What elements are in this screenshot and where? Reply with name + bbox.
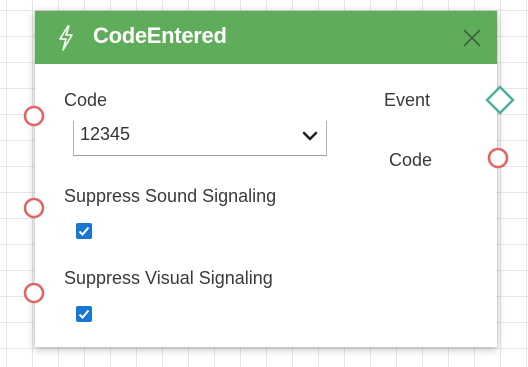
checkmark-icon [78, 309, 90, 319]
suppress-sound-checkbox[interactable] [76, 223, 92, 239]
suppress-visual-input-port[interactable] [22, 281, 46, 305]
node-title: CodeEntered [93, 23, 227, 48]
suppress-visual-label: Suppress Visual Signaling [64, 268, 273, 288]
code-entered-node[interactable]: CodeEntered Code 12345 Suppress Sound Si… [35, 11, 497, 347]
event-output-label: Event [384, 90, 431, 110]
event-output-port[interactable] [484, 84, 516, 116]
code-input-port[interactable] [22, 104, 46, 128]
suppress-visual-checkbox[interactable] [76, 306, 92, 322]
chevron-down-icon [302, 131, 318, 141]
code-select[interactable]: 12345 [73, 121, 327, 156]
suppress-sound-input-port[interactable] [22, 196, 46, 220]
node-header[interactable]: CodeEntered [35, 11, 497, 64]
code-input-label: Code [64, 90, 108, 110]
code-output-label: Code [389, 150, 433, 170]
code-output-port[interactable] [486, 146, 510, 170]
code-select-value: 12345 [80, 124, 131, 144]
suppress-sound-label: Suppress Sound Signaling [64, 186, 277, 206]
checkmark-icon [78, 226, 90, 236]
bolt-icon [59, 25, 73, 51]
close-icon[interactable] [459, 25, 485, 51]
